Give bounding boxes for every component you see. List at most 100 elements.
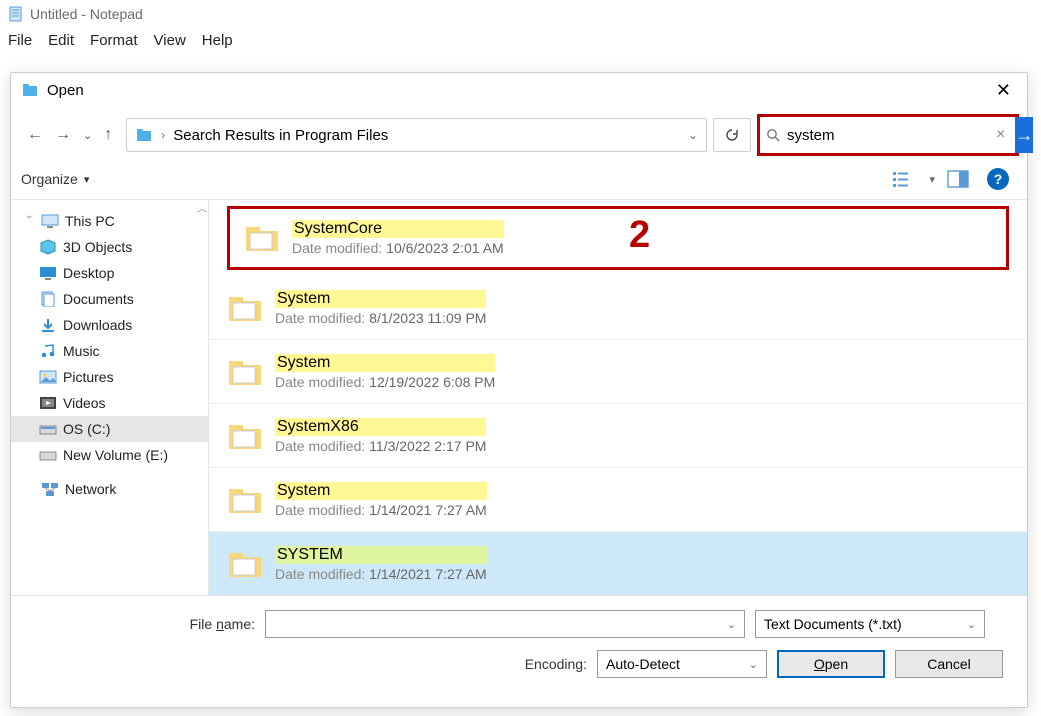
file-date: Date modified: 1/14/2021 7:27 AM	[275, 502, 487, 518]
sidebar-item-label: Pictures	[63, 369, 114, 385]
file-name: System	[275, 354, 495, 372]
documents-icon	[39, 291, 57, 307]
help-button[interactable]: ?	[987, 168, 1009, 190]
file-row[interactable]: System Date modified: 1/14/2021 7:27 AM	[209, 468, 1027, 532]
breadcrumb[interactable]: Search Results in Program Files	[173, 127, 388, 144]
sidebar-item-downloads[interactable]: Downloads	[11, 312, 208, 338]
cancel-button[interactable]: Cancel	[895, 650, 1003, 678]
chevron-down-icon: ⌄	[967, 618, 976, 631]
chevron-down-icon: ▾	[84, 173, 90, 186]
file-filter-dropdown[interactable]: Text Documents (*.txt) ⌄	[755, 610, 985, 638]
search-box-highlight: × →	[757, 114, 1019, 156]
sidebar-this-pc[interactable]: › This PC	[11, 208, 208, 234]
chevron-down-icon[interactable]: ▾	[929, 173, 935, 186]
file-date: Date modified: 8/1/2023 11:09 PM	[275, 310, 486, 326]
notepad-icon	[8, 6, 24, 22]
menu-file[interactable]: File	[8, 32, 32, 50]
sidebar-item-os-c[interactable]: OS (C:)	[11, 416, 208, 442]
file-row[interactable]: System Date modified: 8/1/2023 11:09 PM	[209, 276, 1027, 340]
file-list: 2 SystemCore Date modified: 10/6/2023 2:…	[209, 200, 1027, 595]
sidebar-item-pictures[interactable]: Pictures	[11, 364, 208, 390]
sidebar-item-label: Network	[65, 481, 116, 497]
sidebar-item-label: Desktop	[63, 265, 114, 281]
search-icon	[766, 128, 781, 143]
file-row-highlight[interactable]: SystemCore Date modified: 10/6/2023 2:01…	[227, 206, 1009, 270]
filename-input[interactable]: ⌄	[265, 610, 745, 638]
sidebar-item-desktop[interactable]: Desktop	[11, 260, 208, 286]
sidebar-item-label: Downloads	[63, 317, 132, 333]
view-options-button[interactable]	[893, 170, 917, 188]
expand-icon[interactable]: ›	[23, 215, 35, 227]
menu-edit[interactable]: Edit	[48, 32, 74, 50]
nav-row: ← → ⌄ ↑ › Search Results in Program File…	[11, 107, 1027, 163]
sidebar-item-videos[interactable]: Videos	[11, 390, 208, 416]
file-name: SystemCore	[292, 220, 504, 238]
folder-icon	[227, 293, 263, 323]
desktop-icon	[39, 265, 57, 281]
sidebar-item-documents[interactable]: Documents	[11, 286, 208, 312]
sidebar-item-new-volume-e[interactable]: New Volume (E:)	[11, 442, 208, 468]
preview-pane-button[interactable]	[947, 170, 969, 188]
menu-help[interactable]: Help	[202, 32, 233, 50]
sidebar-item-label: OS (C:)	[63, 421, 110, 437]
folder-icon	[227, 485, 263, 515]
drive-icon	[39, 421, 57, 437]
sidebar-item-3d-objects[interactable]: 3D Objects	[11, 234, 208, 260]
chevron-down-icon: ⌄	[727, 618, 736, 631]
chevron-right-icon: ›	[161, 128, 165, 142]
nav-forward-button[interactable]: →	[55, 126, 71, 144]
filename-label: File name:	[35, 616, 255, 632]
drive-icon	[39, 447, 57, 463]
downloads-icon	[39, 317, 57, 333]
encoding-value: Auto-Detect	[606, 656, 680, 672]
file-date: Date modified: 11/3/2022 2:17 PM	[275, 438, 486, 454]
sidebar-network[interactable]: Network	[11, 476, 208, 502]
nav-back-button[interactable]: ←	[27, 126, 43, 144]
file-date: Date modified: 10/6/2023 2:01 AM	[292, 240, 504, 256]
sidebar-item-label: Documents	[63, 291, 134, 307]
search-input[interactable]	[787, 127, 986, 144]
sidebar-item-label: Videos	[63, 395, 106, 411]
sidebar-item-label: This PC	[65, 213, 115, 229]
open-dialog: Open ✕ ← → ⌄ ↑ › Search Results in Progr…	[10, 72, 1028, 708]
file-row[interactable]: SystemX86 Date modified: 11/3/2022 2:17 …	[209, 404, 1027, 468]
folder-icon	[244, 223, 280, 253]
network-icon	[41, 481, 59, 497]
file-name: System	[275, 290, 486, 308]
cube-icon	[39, 239, 57, 255]
pictures-icon	[39, 369, 57, 385]
dialog-icon	[21, 81, 39, 99]
videos-icon	[39, 395, 57, 411]
sidebar: ︿ › This PC 3D Objects Desktop Documents…	[11, 200, 209, 595]
sidebar-item-label: 3D Objects	[63, 239, 132, 255]
sidebar-item-music[interactable]: Music	[11, 338, 208, 364]
organize-menu[interactable]: Organize ▾	[21, 171, 89, 187]
close-button[interactable]: ✕	[990, 80, 1017, 101]
sidebar-item-label: Music	[63, 343, 100, 359]
address-dropdown-icon[interactable]: ⌄	[688, 128, 698, 142]
sidebar-item-label: New Volume (E:)	[63, 447, 168, 463]
file-row[interactable]: SYSTEM Date modified: 1/14/2021 7:27 AM	[209, 532, 1027, 595]
encoding-label: Encoding:	[525, 656, 587, 672]
encoding-dropdown[interactable]: Auto-Detect ⌄	[597, 650, 767, 678]
folder-icon	[227, 421, 263, 451]
scroll-up-icon[interactable]: ︿	[197, 200, 207, 215]
menu-format[interactable]: Format	[90, 32, 138, 50]
file-row[interactable]: System Date modified: 12/19/2022 6:08 PM	[209, 340, 1027, 404]
folder-icon	[227, 549, 263, 579]
open-button[interactable]: Open	[777, 650, 885, 678]
notepad-titlebar: Untitled - Notepad	[0, 0, 1041, 28]
menu-view[interactable]: View	[154, 32, 186, 50]
refresh-button[interactable]	[713, 118, 751, 152]
toolbar-row: Organize ▾ ▾ ?	[11, 163, 1027, 199]
file-name: SYSTEM	[275, 546, 487, 564]
file-date: Date modified: 12/19/2022 6:08 PM	[275, 374, 495, 390]
file-name: System	[275, 482, 487, 500]
pc-icon	[41, 213, 59, 229]
address-bar[interactable]: › Search Results in Program Files ⌄	[126, 118, 707, 152]
nav-recent-button[interactable]: ⌄	[83, 129, 92, 142]
clear-search-button[interactable]: ×	[992, 126, 1009, 144]
nav-up-button[interactable]: ↑	[104, 126, 112, 144]
cancel-button-label: Cancel	[927, 656, 971, 672]
search-go-button[interactable]: →	[1015, 117, 1033, 153]
